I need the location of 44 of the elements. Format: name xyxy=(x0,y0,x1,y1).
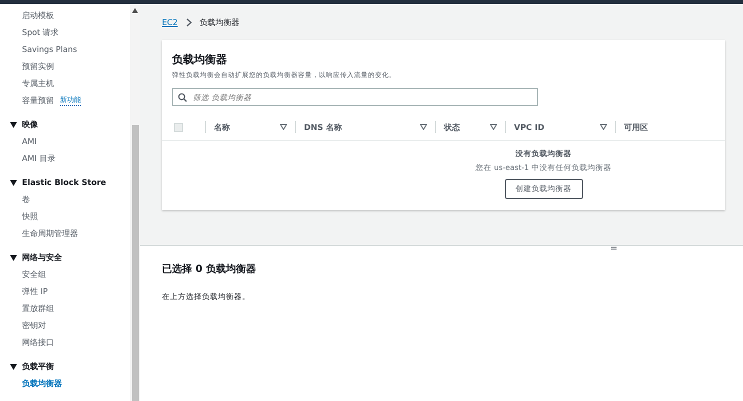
caret-down-icon[interactable] xyxy=(10,254,17,260)
sidebar-item[interactable]: 卷 xyxy=(22,194,30,205)
caret-down-icon[interactable] xyxy=(10,122,17,128)
scroll-up-icon[interactable] xyxy=(132,8,138,13)
column-header[interactable]: 状态 xyxy=(444,122,460,132)
sidebar-item[interactable]: 弹性 IP xyxy=(22,286,48,297)
scrollbar[interactable] xyxy=(130,4,140,401)
resize-handle[interactable]: = xyxy=(610,244,618,254)
sidebar-item[interactable]: 快照 xyxy=(22,211,38,222)
sidebar-item[interactable]: 生命周期管理器 xyxy=(22,228,78,239)
details-title: 已选择 0 负载均衡器 xyxy=(162,262,257,276)
sort-icon[interactable] xyxy=(600,124,607,130)
select-all-checkbox[interactable] xyxy=(174,122,183,132)
breadcrumb-current: 负载均衡器 xyxy=(200,16,240,28)
sidebar-section-title[interactable]: 负载平衡 xyxy=(22,361,54,372)
sidebar-section-title[interactable]: Elastic Block Store xyxy=(22,178,106,187)
scrollbar-thumb[interactable] xyxy=(132,125,138,401)
sidebar-section-title[interactable]: 网络与安全 xyxy=(22,252,62,263)
sidebar-item[interactable]: 安全组 xyxy=(22,269,46,280)
column-header[interactable]: 可用区 xyxy=(624,122,648,132)
sidebar-item[interactable]: 密钥对 xyxy=(22,320,46,331)
sort-icon[interactable] xyxy=(280,124,287,130)
column-header[interactable]: DNS 名称 xyxy=(304,122,342,132)
sidebar-item[interactable]: AMI xyxy=(22,137,37,146)
breadcrumb-link[interactable]: EC2 xyxy=(162,18,178,26)
panel-title: 负载均衡器 xyxy=(172,52,228,67)
sidebar-item[interactable]: 网络接口 xyxy=(22,337,54,348)
caret-down-icon[interactable] xyxy=(10,180,17,186)
sidebar-item[interactable]: 启动模板 xyxy=(22,10,54,21)
sidebar-item[interactable]: 容量预留 xyxy=(22,95,54,106)
sidebar-item[interactable]: AMI 目录 xyxy=(22,153,56,164)
sidebar-item[interactable]: 置放群组 xyxy=(22,303,54,314)
sidebar-item[interactable]: 专属主机 xyxy=(22,78,54,89)
sidebar-item[interactable]: Spot 请求 xyxy=(22,27,59,38)
sort-icon[interactable] xyxy=(490,124,497,130)
sidebar-item[interactable]: 负载均衡器 xyxy=(22,378,62,389)
sidebar-section-title[interactable]: 映像 xyxy=(22,119,38,130)
sidebar-item[interactable]: Savings Plans xyxy=(22,45,77,54)
sidebar-item[interactable]: 预留实例 xyxy=(22,61,54,72)
column-header[interactable]: VPC ID xyxy=(514,122,544,132)
caret-down-icon[interactable] xyxy=(10,364,17,370)
column-header[interactable]: 名称 xyxy=(214,122,230,132)
sort-icon[interactable] xyxy=(420,124,427,130)
chevron-right-icon xyxy=(186,18,192,26)
